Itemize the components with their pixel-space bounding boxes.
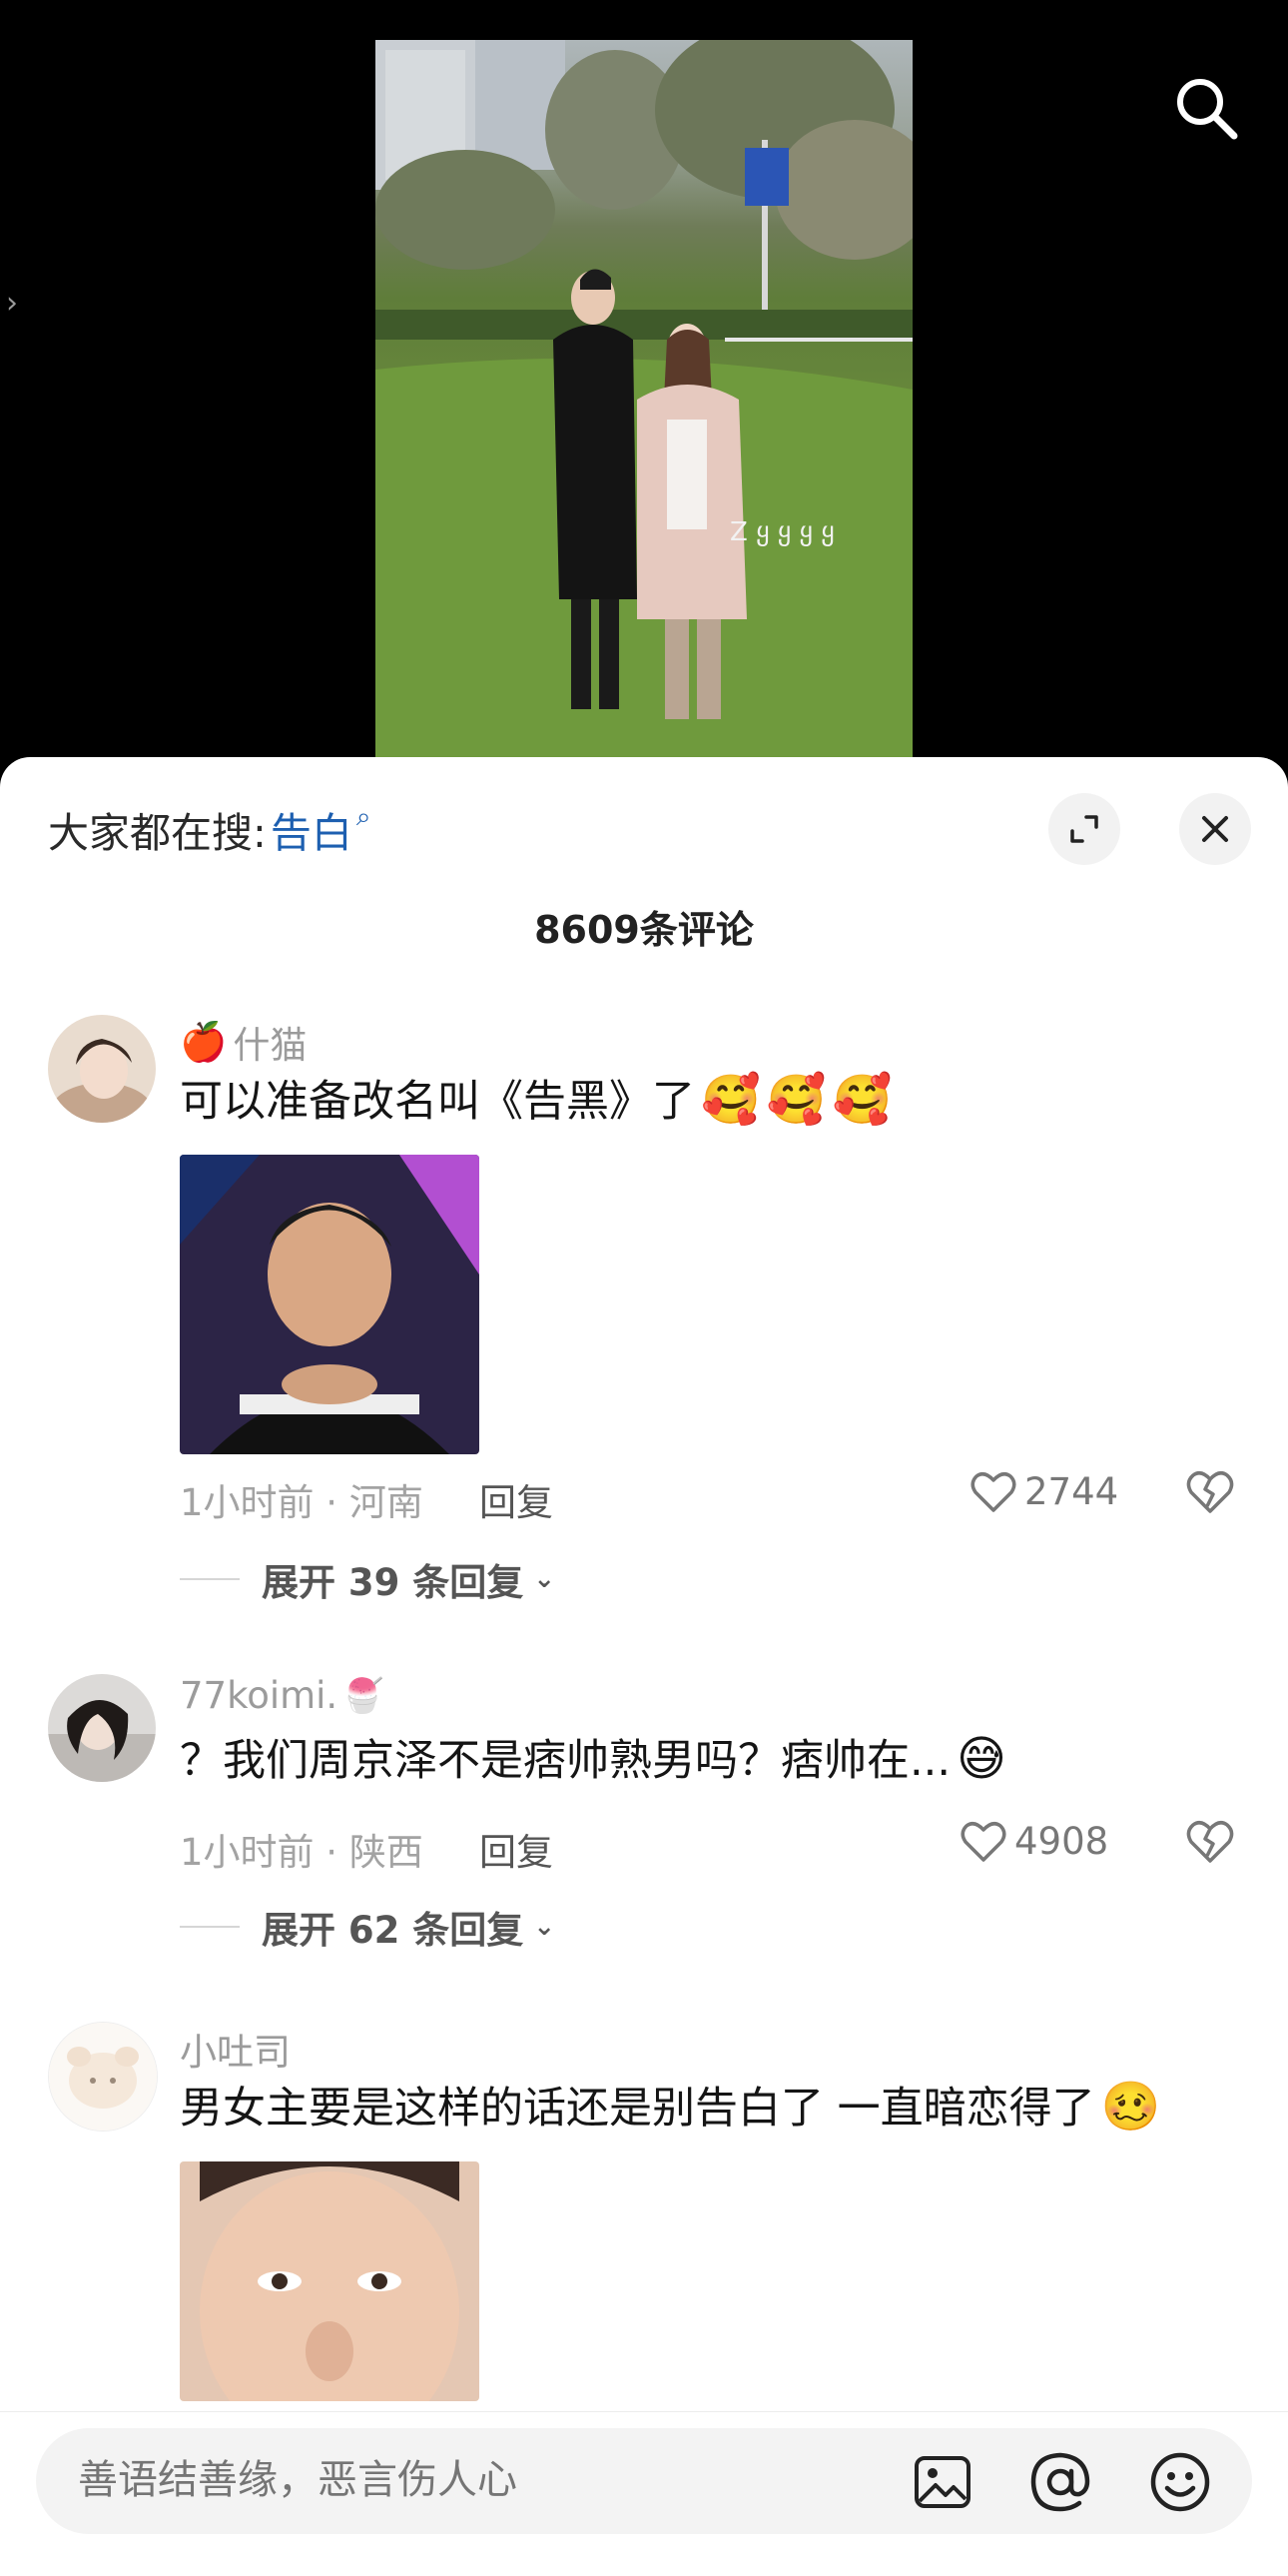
heart-icon [970, 1471, 1016, 1512]
heart-icon [961, 1821, 1006, 1862]
emoji-icon [1150, 2452, 1210, 2512]
chevron-down-icon: ⌄ [533, 1564, 556, 1594]
author-name: 77koimi. [180, 1674, 338, 1717]
broken-heart-icon [1186, 1821, 1234, 1863]
search-icon [1177, 79, 1238, 140]
comment-author[interactable]: 小吐司 [180, 2022, 291, 2076]
author-badge-icon: 🍎 [180, 1019, 228, 1064]
divider-line [180, 1926, 240, 1928]
avatar[interactable] [48, 1015, 156, 1123]
hot-search-prefix: 大家都在搜: [48, 809, 267, 857]
comment-input-bar [0, 2411, 1288, 2576]
image-icon [915, 2456, 970, 2508]
mention-button[interactable] [1028, 2450, 1092, 2514]
comment-text-body: ？我们周京泽不是痞帅熟男吗？痞帅在... [180, 1736, 952, 1786]
video-watermark: Z ყ ყ ყ ყ [730, 517, 835, 547]
comment-text-body: 男女主要是这样的话还是别告白了 一直暗恋得了 [180, 2084, 1095, 2134]
avatar[interactable] [48, 1674, 156, 1782]
comment-item: 🍎 什猫 可以准备改名叫《告黑》了 🥰 🥰 🥰 1小时前 · 河南 回复 274… [0, 1015, 1288, 1604]
woozy-face-emoji: 🥴 [1100, 2079, 1161, 2135]
comment-input-pill[interactable] [36, 2428, 1252, 2534]
dislike-button[interactable] [1186, 1470, 1234, 1518]
comment-input[interactable] [76, 2456, 879, 2504]
like-count: 2744 [1024, 1470, 1119, 1513]
emoji-button[interactable] [1148, 2450, 1212, 2514]
chevron-down-icon: ⌄ [533, 1912, 556, 1942]
reply-button[interactable]: 回复 [479, 1472, 553, 1526]
comment-count: 8609条评论 [534, 908, 754, 952]
shaved-ice-icon: 🍧 [341, 1675, 384, 1716]
comment-time-location: 1小时前 · 陕西 [180, 1831, 423, 1874]
hug-emoji: 🥰 [832, 1072, 893, 1128]
author-name: 小吐司 [180, 2031, 291, 2074]
search-button[interactable] [1166, 68, 1246, 148]
expand-icon [1070, 815, 1098, 843]
hot-search[interactable]: 大家都在搜: 告白 ⌕ [48, 799, 370, 859]
image-button[interactable] [911, 2450, 974, 2514]
like-button[interactable]: 4908 [961, 1820, 1108, 1863]
video-scene [375, 40, 913, 757]
search-small-icon: ⌕ [355, 801, 371, 832]
author-name: 什猫 [233, 1024, 308, 1067]
comment-sheet: 大家都在搜: 告白 ⌕ 8609条评论 🍎 什猫 可以准备改名叫《告黑》了 🥰 … [0, 757, 1288, 2575]
like-button[interactable]: 2744 [970, 1470, 1118, 1513]
comment-time-location: 1小时前 · 河南 [180, 1481, 423, 1524]
comment-text: ？我们周京泽不是痞帅熟男吗？痞帅在... 😅 [180, 1726, 1006, 1788]
expand-replies-button[interactable]: 展开 39 条回复 ⌄ [180, 1552, 555, 1606]
hug-emoji: 🥰 [701, 1072, 761, 1128]
expand-replies-label: 展开 62 条回复 [262, 1909, 524, 1952]
comment-sticker-image[interactable] [180, 1155, 479, 1454]
reply-button[interactable]: 回复 [479, 1822, 553, 1876]
video-frame[interactable]: Z ყ ყ ყ ყ [375, 40, 913, 757]
comment-text-body: 可以准备改名叫《告黑》了 [180, 1077, 695, 1127]
comment-author[interactable]: 77koimi. 🍧 [180, 1674, 384, 1717]
sweat-smile-emoji: 😅 [957, 1731, 1007, 1787]
expand-sheet-button[interactable] [1048, 793, 1120, 865]
comment-sticker-image[interactable] [180, 2161, 479, 2401]
close-button[interactable] [1179, 793, 1251, 865]
chevron-right-icon[interactable]: › [6, 282, 30, 326]
hug-emoji: 🥰 [766, 1072, 827, 1128]
comment-text: 男女主要是这样的话还是别告白了 一直暗恋得了 🥴 [180, 2074, 1160, 2136]
hot-search-term[interactable]: 告白 [271, 799, 352, 859]
expand-replies-button[interactable]: 展开 62 条回复 ⌄ [180, 1900, 555, 1954]
broken-heart-icon [1186, 1471, 1234, 1513]
dislike-button[interactable] [1186, 1820, 1234, 1868]
video-player[interactable]: Z ყ ყ ყ ყ › [0, 0, 1288, 779]
divider-line [180, 1578, 240, 1580]
comment-item: 小吐司 男女主要是这样的话还是别告白了 一直暗恋得了 🥴 [0, 2022, 1288, 2441]
comment-author[interactable]: 🍎 什猫 [180, 1015, 307, 1069]
avatar[interactable] [48, 2022, 158, 2132]
close-icon [1202, 816, 1228, 842]
like-count: 4908 [1014, 1820, 1109, 1863]
comment-text: 可以准备改名叫《告黑》了 🥰 🥰 🥰 [180, 1067, 892, 1129]
at-icon [1030, 2452, 1090, 2512]
comment-item: 77koimi. 🍧 ？我们周京泽不是痞帅熟男吗？痞帅在... 😅 1小时前 · … [0, 1674, 1288, 1974]
expand-replies-label: 展开 39 条回复 [262, 1561, 524, 1604]
